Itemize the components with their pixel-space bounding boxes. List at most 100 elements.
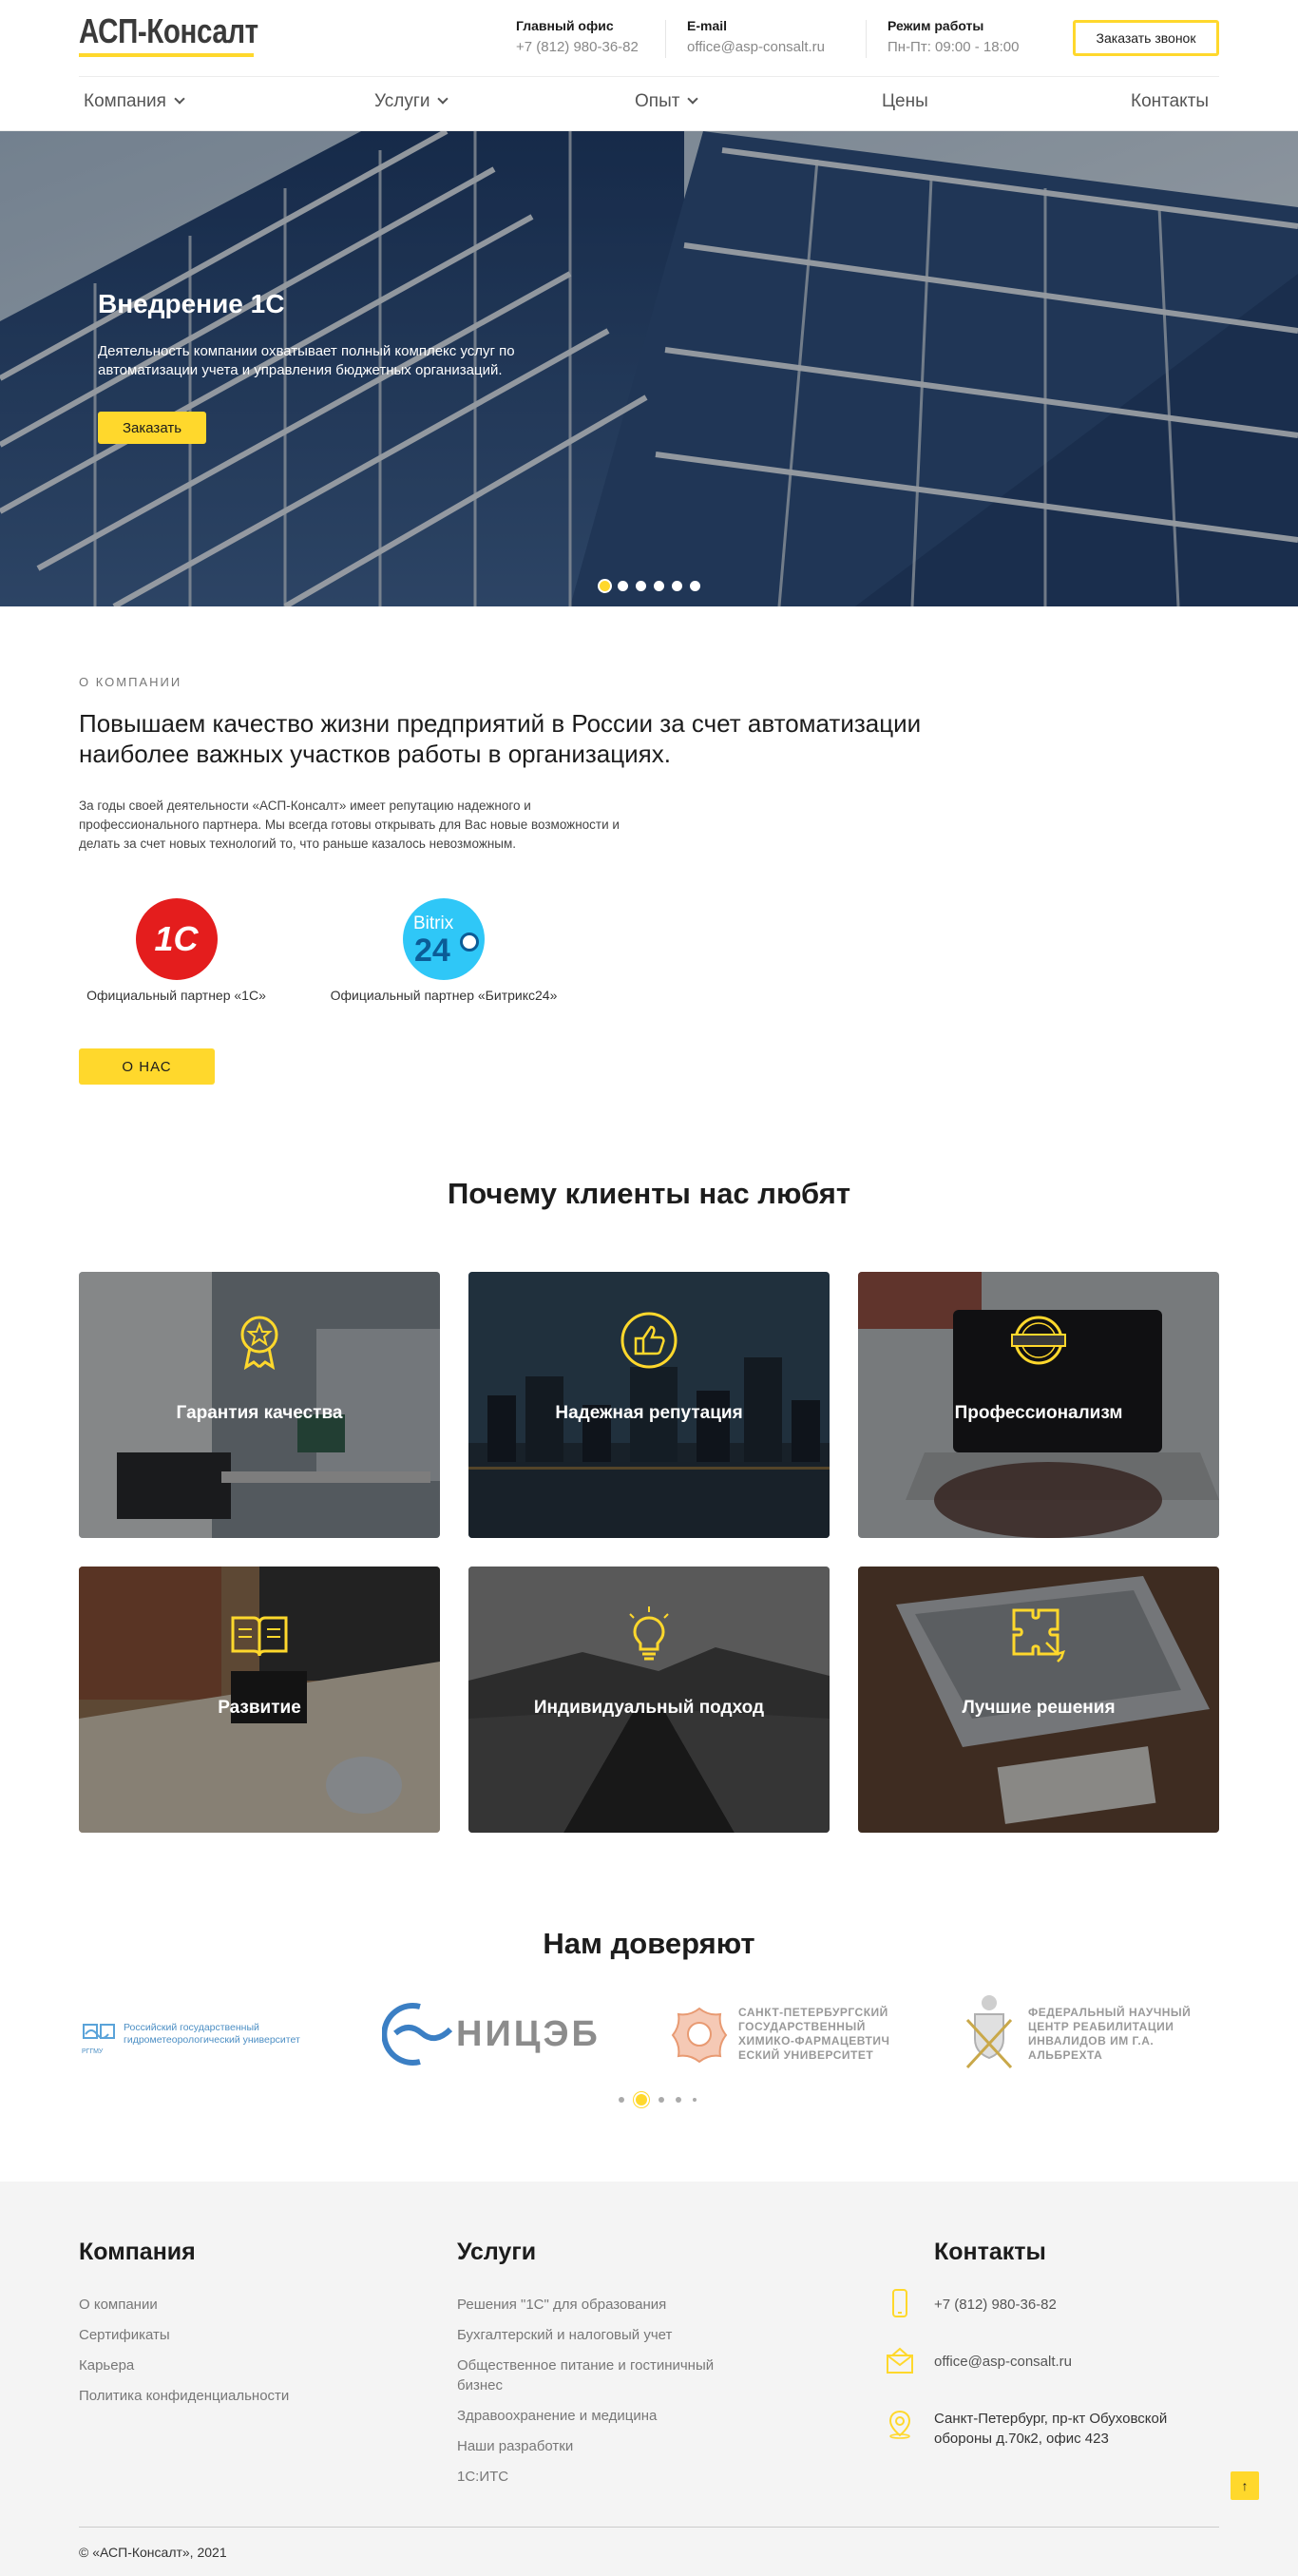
footer-link[interactable]: Решения "1С" для образования — [457, 2295, 666, 2315]
about-section-label: О КОМПАНИИ — [79, 675, 182, 689]
hours-title: Режим работы — [888, 18, 984, 33]
copyright: © «АСП-Консалт», 2021 — [79, 2545, 227, 2560]
about-title: Повышаем качество жизни предприятий в Ро… — [79, 709, 922, 768]
spcpu-emblem-icon — [671, 2007, 728, 2064]
trust-dot[interactable] — [636, 2094, 647, 2105]
location-icon — [888, 2410, 911, 2439]
card-label: Гарантия качества — [176, 1403, 343, 1423]
nav-label: Компания — [84, 91, 166, 111]
slider-dot[interactable] — [690, 581, 700, 591]
footer-link[interactable]: Карьера — [79, 2355, 134, 2375]
footer-services-title: Услуги — [457, 2239, 537, 2265]
spcpu-logo-text: САНКТ-ПЕТЕРБУРГСКИЙ ГОСУДАРСТВЕННЫЙ ХИМИ… — [738, 2006, 890, 2062]
why-card-quality[interactable]: Гарантия качества — [79, 1272, 440, 1538]
email-info: E-mail office@asp-consalt.ru — [687, 18, 825, 55]
book-icon — [231, 1616, 288, 1657]
header-divider — [665, 20, 666, 58]
why-card-individual[interactable]: Индивидуальный подход — [468, 1567, 830, 1833]
hero-description: Деятельность компании охватывает полный … — [98, 343, 515, 378]
scroll-to-top-button[interactable]: ↑ — [1231, 2471, 1259, 2500]
card-label: Лучшие решения — [962, 1698, 1116, 1718]
nav-item-experience[interactable]: Опыт — [635, 91, 699, 112]
about-us-button[interactable]: О НАС — [79, 1048, 215, 1085]
slider-pagination — [600, 581, 700, 591]
chevron-down-icon — [687, 93, 699, 105]
hours-info: Режим работы Пн-Пт: 09:00 - 18:00 — [888, 18, 1019, 55]
office-info: Главный офис +7 (812) 980-36-82 — [516, 18, 639, 55]
footer-link[interactable]: Общественное питание и гостиничный бизне… — [457, 2355, 761, 2395]
about-text: За годы своей деятельности «АСП-Консалт»… — [79, 798, 620, 851]
1c-logo-text: 1С — [154, 919, 199, 958]
slider-dot[interactable] — [636, 581, 646, 591]
office-title: Главный офис — [516, 18, 614, 33]
clock-icon — [460, 932, 479, 952]
footer-link[interactable]: Здравоохранение и медицина — [457, 2406, 657, 2426]
slider-dot[interactable] — [600, 581, 610, 591]
footer-contacts-title: Контакты — [934, 2239, 1046, 2265]
slider-dot[interactable] — [672, 581, 682, 591]
nav-item-contacts[interactable]: Контакты — [1131, 91, 1209, 112]
hero-slider: Внедрение 1С Деятельность компании охват… — [0, 131, 1298, 606]
hero-order-button[interactable]: Заказать — [98, 412, 206, 444]
nav-label: Контакты — [1131, 91, 1210, 111]
1c-logo-icon: 1С — [135, 898, 218, 980]
trust-dot[interactable] — [676, 2097, 681, 2103]
why-card-professionalism[interactable]: Профессионализм — [858, 1272, 1219, 1538]
rshu-abbr: РГГМУ — [82, 2048, 104, 2055]
rshu-emblem-icon — [83, 2024, 115, 2039]
mail-icon — [887, 2347, 913, 2374]
footer-link[interactable]: Сертификаты — [79, 2325, 170, 2345]
footer-phone[interactable]: +7 (812) 980-36-82 — [934, 2295, 1057, 2315]
header-divider — [866, 20, 867, 58]
card-label: Индивидуальный подход — [533, 1698, 765, 1718]
footer-link[interactable]: 1С:ИТС — [457, 2467, 508, 2487]
rshu-logo-text: Российский государственный гидрометеорол… — [124, 2022, 300, 2046]
partner-1c: 1С Официальный партнер «1С» — [79, 898, 274, 1003]
trust-dot[interactable] — [619, 2097, 624, 2103]
footer-link[interactable]: Политика конфиденциальности — [79, 2386, 289, 2406]
office-phone[interactable]: +7 (812) 980-36-82 — [516, 39, 639, 55]
bitrix-logo-number: 24 — [414, 932, 450, 969]
chevron-down-icon — [437, 93, 449, 105]
footer-link[interactable]: О компании — [79, 2295, 158, 2315]
why-card-reputation[interactable]: Надежная репутация — [468, 1272, 830, 1538]
nav-item-services[interactable]: Услуги — [374, 91, 449, 112]
partner-logo-albrecht[interactable]: ФЕДЕРАЛЬНЫЙ НАУЧНЫЙ ЦЕНТР РЕАБИЛИТАЦИИ И… — [960, 1991, 1216, 2077]
trust-section-title: Нам доверяют — [543, 1927, 755, 1960]
thumbs-up-icon — [620, 1312, 678, 1369]
award-icon — [240, 1316, 278, 1371]
partner-logo-rshu[interactable]: Российский государственный гидрометеорол… — [82, 1991, 319, 2077]
nav-item-prices[interactable]: Цены — [882, 91, 928, 112]
trust-dot[interactable] — [659, 2097, 664, 2103]
albrecht-logo-text: ФЕДЕРАЛЬНЫЙ НАУЧНЫЙ ЦЕНТР РЕАБИЛИТАЦИИ И… — [1028, 2006, 1192, 2062]
slider-dot[interactable] — [654, 581, 664, 591]
bitrix-logo-text: Bitrix — [413, 913, 454, 933]
card-label: Развитие — [218, 1698, 301, 1718]
nav-item-company[interactable]: Компания — [84, 91, 185, 112]
nitseb-logo-text: НИЦЭБ — [456, 2013, 601, 2054]
why-section-title: Почему клиенты нас любят — [447, 1177, 851, 1210]
puzzle-icon — [1012, 1608, 1065, 1663]
nav-label: Опыт — [635, 91, 680, 111]
callback-button[interactable]: Заказать звонок — [1073, 20, 1219, 56]
footer-email[interactable]: office@asp-consalt.ru — [934, 2352, 1072, 2372]
site-logo[interactable]: АСП-Консалт — [79, 11, 258, 51]
trust-dot[interactable] — [693, 2098, 697, 2102]
logo-underline — [79, 53, 254, 57]
hours-value: Пн-Пт: 09:00 - 18:00 — [888, 39, 1020, 55]
partner-label: Официальный партнер «Битрикс24» — [330, 988, 558, 1003]
footer-link[interactable]: Наши разработки — [457, 2436, 573, 2456]
partner-logo-nitseb[interactable]: НИЦЭБ — [382, 1991, 601, 2077]
why-card-best-solutions[interactable]: Лучшие решения — [858, 1567, 1219, 1833]
phone-icon — [892, 2289, 907, 2317]
why-card-development[interactable]: Развитие — [79, 1567, 440, 1833]
partner-logo-spcpu[interactable]: САНКТ-ПЕТЕРБУРГСКИЙ ГОСУДАРСТВЕННЫЙ ХИМИ… — [670, 1991, 917, 2077]
partner-bitrix24: Bitrix 24 Официальный партнер «Битрикс24… — [320, 898, 567, 1003]
email-link[interactable]: office@asp-consalt.ru — [687, 39, 825, 55]
nitseb-emblem-icon — [382, 2003, 453, 2066]
footer-link[interactable]: Бухгалтерский и налоговый учет — [457, 2325, 672, 2345]
partner-label: Официальный партнер «1С» — [86, 988, 266, 1003]
card-label: Надежная репутация — [555, 1403, 743, 1423]
bitrix24-logo-icon: Bitrix 24 — [403, 898, 485, 980]
slider-dot[interactable] — [618, 581, 628, 591]
